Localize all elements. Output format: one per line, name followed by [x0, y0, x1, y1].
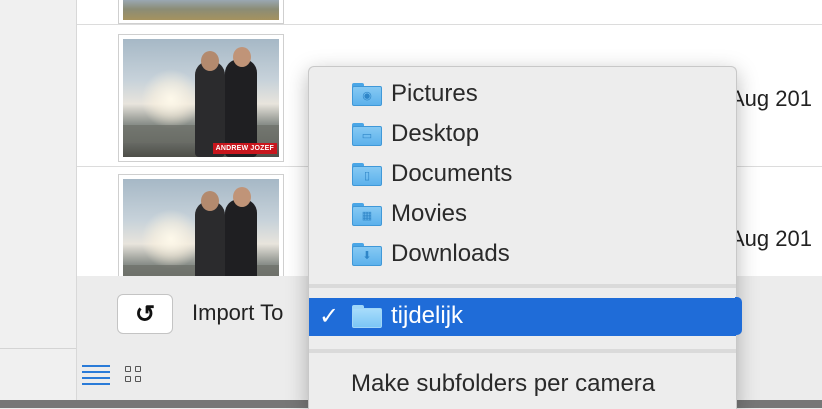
documents-folder-icon: ▯	[352, 163, 382, 186]
photo-preview	[123, 0, 279, 20]
import-to-label: Import To	[192, 300, 284, 325]
checkmark-icon: ✓	[319, 303, 340, 330]
menu-item-tijdelijk[interactable]: ✓ tijdelijk	[309, 298, 736, 336]
photo-caption: ANDREW JOZEF	[212, 143, 277, 154]
menu-item-make-subfolders[interactable]: Make subfolders per camera	[309, 363, 736, 403]
grid-view-icon[interactable]	[125, 366, 145, 386]
image-thumbnail[interactable]	[118, 0, 284, 24]
sidebar-divider	[0, 348, 76, 349]
import-destination-menu[interactable]: ◉ Pictures ▭ Desktop ▯ Documents ▦ Movie…	[308, 66, 737, 409]
photo-preview	[123, 179, 279, 276]
menu-item-movies[interactable]: ▦ Movies	[309, 193, 736, 233]
rotate-left-icon: ↺	[134, 300, 156, 328]
list-view-icon[interactable]	[82, 365, 110, 389]
pictures-folder-icon: ◉	[352, 83, 382, 106]
folder-icon	[352, 305, 382, 328]
list-item[interactable]	[77, 0, 822, 25]
left-sidebar	[0, 0, 77, 400]
image-thumbnail[interactable]	[118, 174, 284, 276]
menu-item-desktop[interactable]: ▭ Desktop	[309, 113, 736, 153]
menu-separator	[309, 284, 736, 288]
popup-button-edge[interactable]	[735, 297, 742, 335]
downloads-folder-icon: ⬇	[352, 243, 382, 266]
menu-separator	[309, 349, 736, 353]
menu-item-downloads[interactable]: ⬇ Downloads	[309, 233, 736, 273]
menu-item-pictures[interactable]: ◉ Pictures	[309, 73, 736, 113]
date-cell: Aug 201	[730, 86, 812, 111]
menu-item-documents[interactable]: ▯ Documents	[309, 153, 736, 193]
date-cell: Aug 201	[730, 226, 812, 251]
rotate-button[interactable]: ↺	[117, 294, 173, 334]
desktop-folder-icon: ▭	[352, 123, 382, 146]
photo-preview: ANDREW JOZEF	[123, 39, 279, 157]
movies-folder-icon: ▦	[352, 203, 382, 226]
image-thumbnail[interactable]: ANDREW JOZEF	[118, 34, 284, 162]
